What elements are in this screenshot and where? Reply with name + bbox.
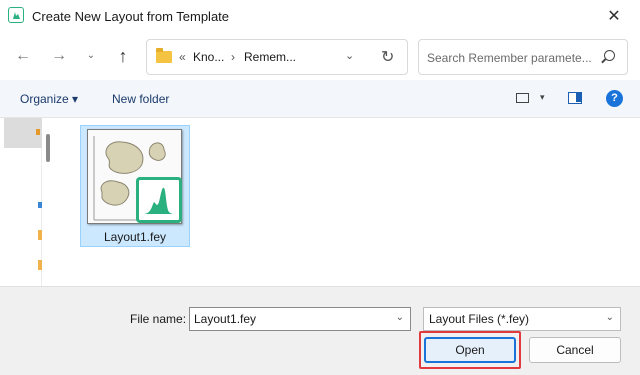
file-name-input[interactable]: [194, 311, 384, 327]
layout-template-icon: [87, 129, 182, 224]
nav-item-icon[interactable]: [38, 260, 42, 270]
navigation-pane[interactable]: [0, 118, 42, 286]
new-folder-button[interactable]: New folder: [112, 92, 169, 106]
recent-locations-button[interactable]: ⌄: [80, 44, 102, 68]
histogram-icon: [136, 177, 182, 223]
close-button[interactable]: ✕: [594, 2, 634, 32]
scrollbar-thumb[interactable]: [46, 134, 50, 162]
back-button[interactable]: ←: [12, 44, 34, 68]
preview-pane-icon[interactable]: [568, 92, 582, 104]
file-browser: Layout1.fey: [0, 118, 640, 286]
nav-item-icon[interactable]: [38, 230, 42, 240]
breadcrumb-separator: ›: [231, 50, 235, 64]
file-name-label: File name:: [130, 312, 187, 326]
nav-item-icon[interactable]: [38, 202, 42, 208]
chevron-down-icon[interactable]: ⌄: [396, 312, 404, 323]
app-icon: [8, 7, 24, 23]
forward-button[interactable]: →: [48, 44, 70, 68]
nav-item-icon: [36, 129, 40, 135]
command-bar: Organize ▾ New folder ▾ ?: [0, 80, 640, 118]
up-button[interactable]: ↑: [112, 44, 134, 68]
peak-chart-icon: [10, 12, 22, 19]
search-box[interactable]: [418, 39, 628, 75]
refresh-icon[interactable]: ↻: [381, 47, 394, 67]
dialog-footer: File name: ⌄ Layout Files (*.fey) ⌄ Open…: [0, 286, 640, 375]
search-input[interactable]: [427, 48, 597, 68]
cancel-button[interactable]: Cancel: [529, 337, 621, 363]
file-type-select[interactable]: Layout Files (*.fey) ⌄: [423, 307, 621, 331]
breadcrumb-item[interactable]: Remem...: [244, 50, 296, 64]
histogram-graphic: [143, 187, 175, 214]
window-title: Create New Layout from Template: [32, 9, 230, 24]
file-name-combobox[interactable]: ⌄: [189, 307, 411, 331]
organize-button[interactable]: Organize ▾: [20, 92, 78, 106]
breadcrumb[interactable]: « Kno... › Remem... ⌄ ↻: [146, 39, 408, 75]
title-bar: Create New Layout from Template ✕: [0, 0, 640, 34]
chevron-down-icon[interactable]: ⌄: [606, 312, 614, 323]
view-dropdown-icon[interactable]: ▾: [540, 92, 545, 103]
file-item[interactable]: Layout1.fey: [80, 125, 190, 247]
path-dropdown-icon[interactable]: ⌄: [345, 49, 354, 62]
overflow-chevron[interactable]: «: [179, 50, 186, 64]
search-icon[interactable]: [604, 50, 615, 61]
file-name-label: Layout1.fey: [103, 230, 167, 244]
breadcrumb-item[interactable]: Kno...: [193, 50, 224, 64]
address-bar: ← → ⌄ ↑ « Kno... › Remem... ⌄ ↻: [0, 34, 640, 80]
view-icon[interactable]: [516, 93, 529, 103]
help-icon[interactable]: ?: [606, 90, 623, 107]
file-type-value: Layout Files (*.fey): [429, 312, 530, 326]
folder-icon: [156, 48, 172, 63]
open-button[interactable]: Open: [424, 337, 516, 363]
